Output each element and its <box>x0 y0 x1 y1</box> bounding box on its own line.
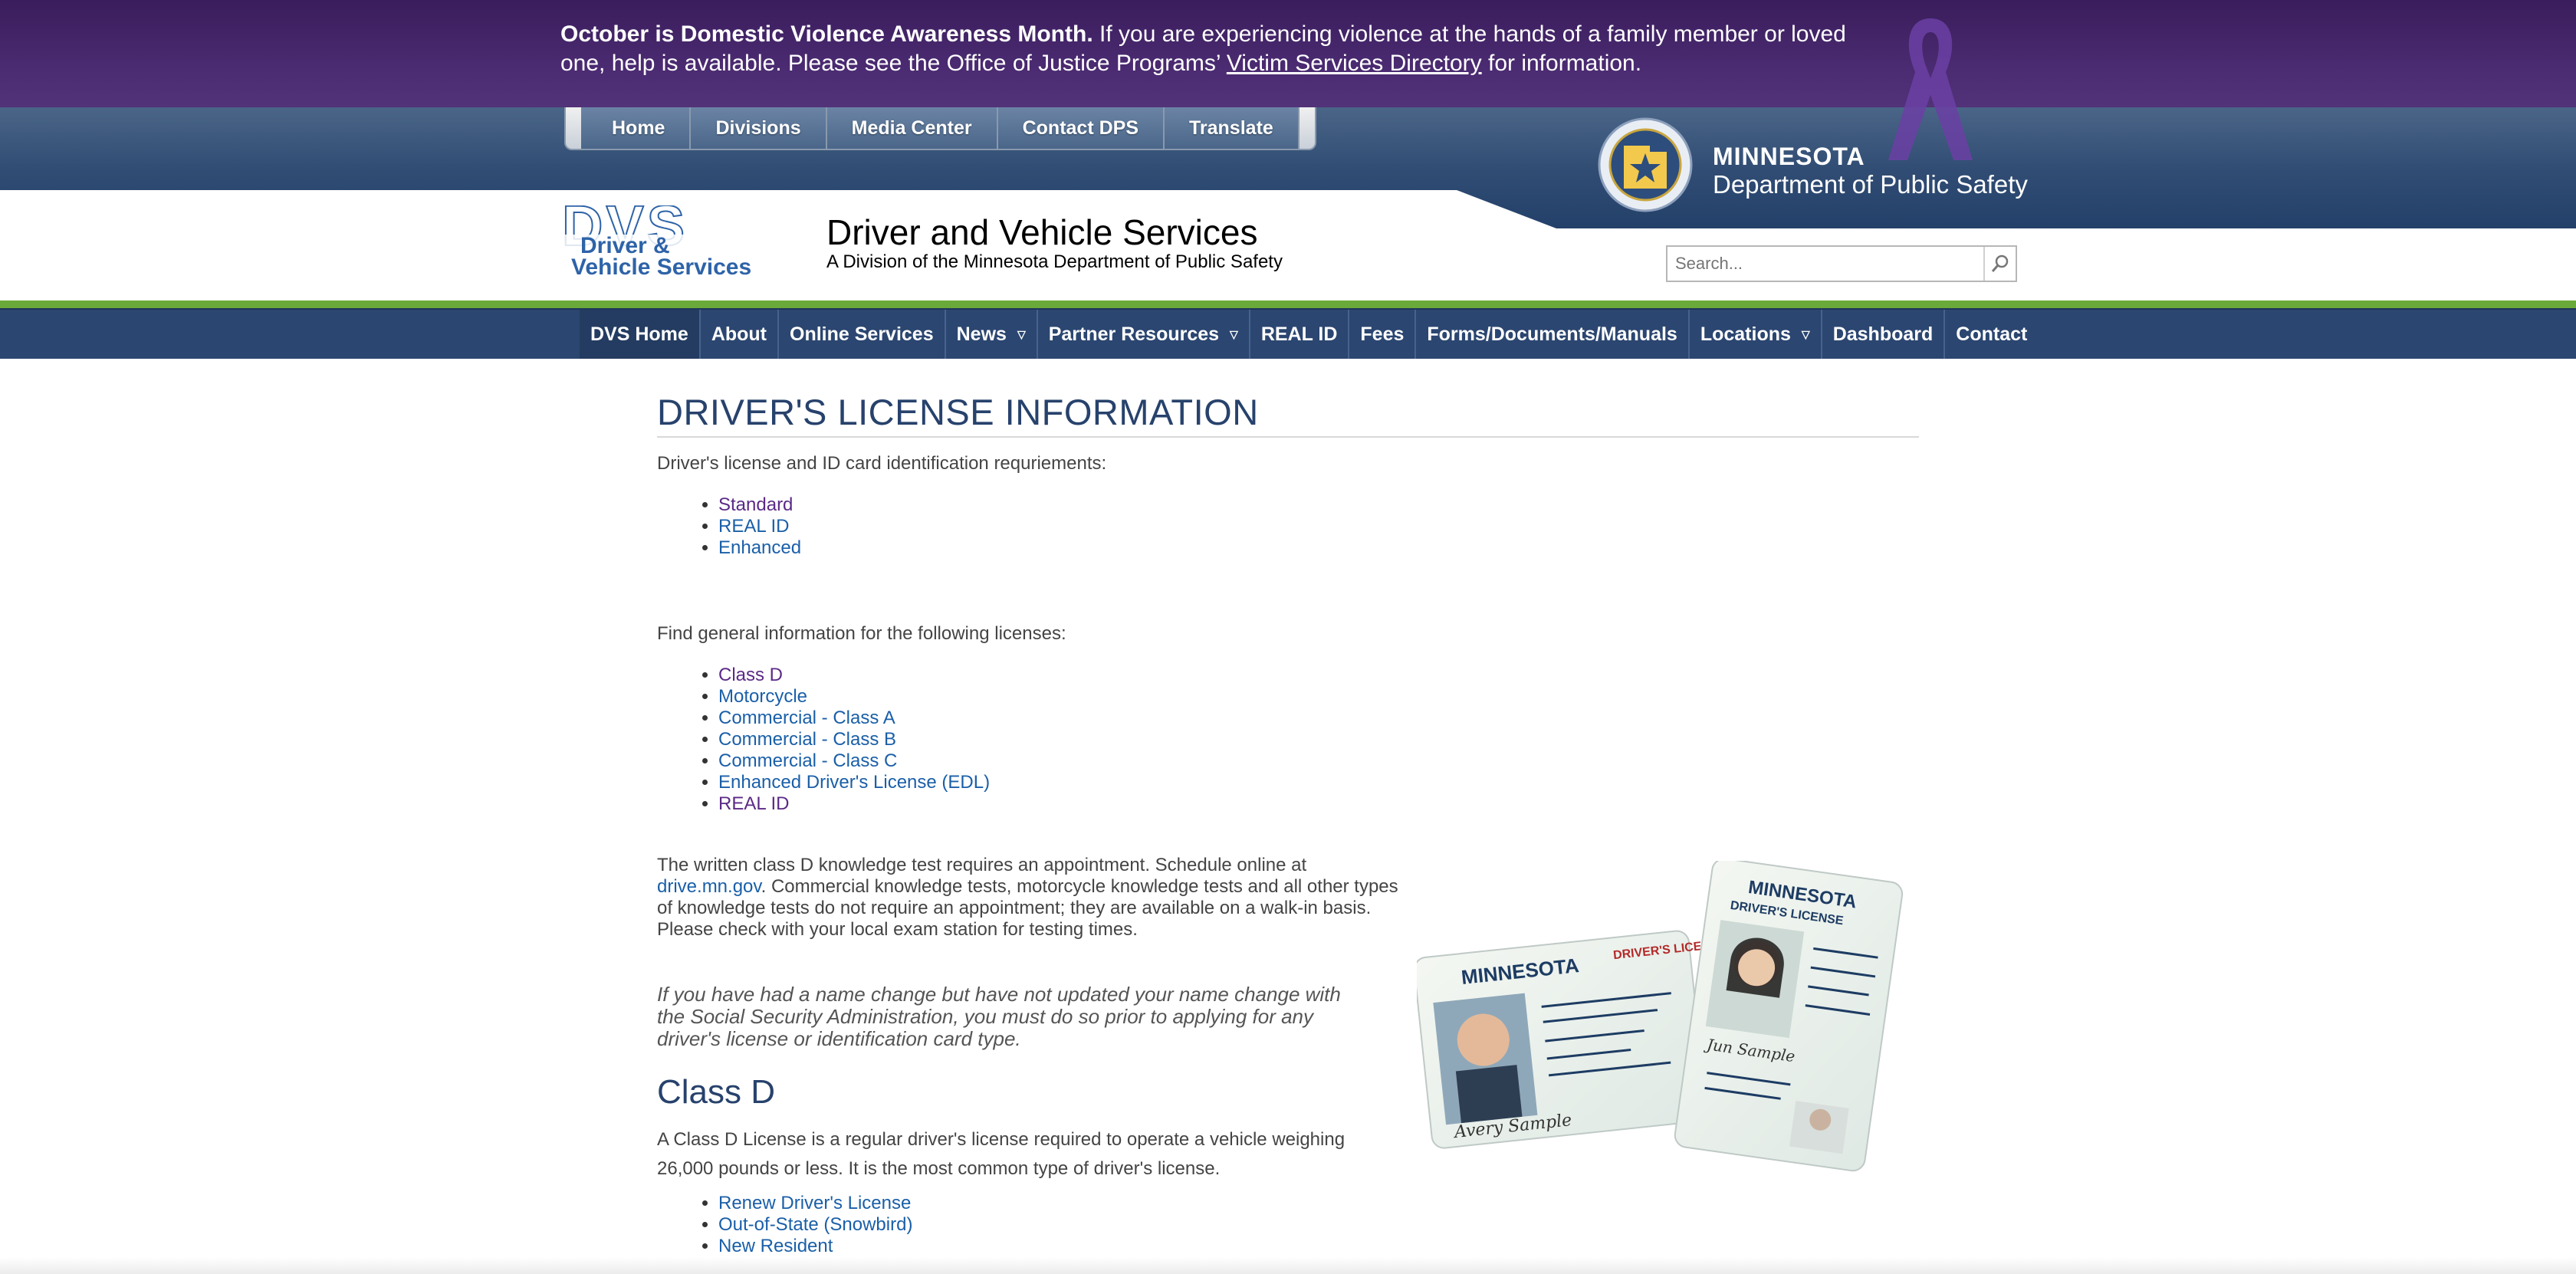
list-item: Motorcycle <box>718 686 1919 708</box>
list-item: Enhanced Driver's License (EDL) <box>718 772 1919 793</box>
enhanced-link[interactable]: Enhanced <box>718 537 801 558</box>
victim-services-link[interactable]: Victim Services Directory <box>1227 51 1482 76</box>
list-item: New Resident <box>718 1236 1919 1257</box>
drive-mn-gov-link[interactable]: drive.mn.gov <box>657 876 761 897</box>
class-d-link[interactable]: Class D <box>718 665 783 685</box>
dropdown-caret-icon: ▽ <box>1230 328 1238 340</box>
nav-dashboard[interactable]: Dashboard <box>1822 310 1946 359</box>
nav-locations[interactable]: Locations ▽ <box>1690 310 1822 359</box>
site-search <box>1666 245 2017 282</box>
real-id-info-link[interactable]: REAL ID <box>718 793 789 814</box>
nav-label: Online Services <box>790 323 934 345</box>
list-item: REAL ID <box>718 793 1919 815</box>
nav-label: Partner Resources <box>1048 323 1220 345</box>
list-item: Enhanced <box>718 537 1919 559</box>
top-nav-contact-dps[interactable]: Contact DPS <box>997 107 1165 149</box>
nav-real-id[interactable]: REAL ID <box>1250 310 1350 359</box>
dps-state-name: MINNESOTA <box>1713 143 1865 170</box>
id-requirements-intro: Driver's license and ID card identificat… <box>657 453 1107 474</box>
search-input[interactable] <box>1668 247 1983 281</box>
list-item: Class D <box>718 665 1919 686</box>
new-resident-link[interactable]: New Resident <box>718 1236 833 1256</box>
commercial-class-b-link[interactable]: Commercial - Class B <box>718 729 896 750</box>
page-title: DRIVER'S LICENSE INFORMATION <box>657 391 1919 438</box>
out-of-state-link[interactable]: Out-of-State (Snowbird) <box>718 1214 912 1235</box>
sample-card-female: MINNESOTA DRIVER'S LICENSE Jun Sample <box>1674 861 1904 1172</box>
commercial-class-c-link[interactable]: Commercial - Class C <box>718 750 897 771</box>
search-icon <box>1991 254 2009 272</box>
nav-news[interactable]: News ▽ <box>946 310 1038 359</box>
nav-label: Forms/Documents/Manuals <box>1427 323 1677 345</box>
logo-line-2: Vehicle Services <box>571 254 751 279</box>
nav-online-services[interactable]: Online Services <box>779 310 946 359</box>
nav-label: News <box>956 323 1007 345</box>
nav-about[interactable]: About <box>701 310 780 359</box>
motorcycle-link[interactable]: Motorcycle <box>718 686 807 707</box>
nav-partner-resources[interactable]: Partner Resources ▽ <box>1038 310 1250 359</box>
nav-label: Dashboard <box>1832 323 1934 345</box>
list-item: Commercial - Class A <box>718 708 1919 729</box>
standard-link[interactable]: Standard <box>718 494 793 515</box>
dropdown-caret-icon: ▽ <box>1017 328 1026 340</box>
nav-label: REAL ID <box>1260 323 1338 345</box>
dvs-logo[interactable]: DVS Driver & Vehicle Services <box>560 205 821 279</box>
dropdown-caret-icon: ▽ <box>1801 328 1810 340</box>
list-item: Commercial - Class B <box>718 729 1919 750</box>
sample-license-cards-image: MINNESOTA DRIVER'S LICENSE Avery Sample … <box>1417 861 1904 1172</box>
nav-fees[interactable]: Fees <box>1349 310 1417 359</box>
banner-bold-text: October is Domestic Violence Awareness M… <box>560 21 1093 47</box>
nav-label: Contact <box>1956 323 2028 345</box>
site-title: Driver and Vehicle Services <box>826 212 1258 252</box>
nav-label: Locations <box>1700 323 1791 345</box>
list-item: Standard <box>718 494 1919 516</box>
list-item: Renew Driver's License <box>718 1193 1919 1214</box>
list-item: Out-of-State (Snowbird) <box>718 1214 1919 1236</box>
nav-forms-documents-manuals[interactable]: Forms/Documents/Manuals <box>1416 310 1690 359</box>
nav-label: About <box>711 323 767 345</box>
nav-label: DVS Home <box>590 323 688 345</box>
dps-seal-icon[interactable] <box>1596 115 1694 215</box>
name-change-notice: If you have had a name change but have n… <box>657 983 1341 1050</box>
nav-label: Fees <box>1360 323 1405 345</box>
awareness-banner-text: October is Domestic Violence Awareness M… <box>560 20 1848 78</box>
license-type-list: Class D Motorcycle Commercial - Class A … <box>718 665 1919 815</box>
nav-contact[interactable]: Contact <box>1945 310 2038 359</box>
top-nav-media-center[interactable]: Media Center <box>826 107 998 149</box>
banner-tail-text: for information. <box>1481 51 1642 76</box>
class-d-description: A Class D License is a regular driver's … <box>657 1129 1346 1179</box>
top-nav-translate[interactable]: Translate <box>1165 107 1300 149</box>
knowledge-test-text: The written class D knowledge test requi… <box>657 855 1408 941</box>
commercial-class-a-link[interactable]: Commercial - Class A <box>718 708 895 728</box>
dps-department-name: Department of Public Safety <box>1713 170 2028 199</box>
list-item: REAL ID <box>718 516 1919 537</box>
renew-license-link[interactable]: Renew Driver's License <box>718 1193 911 1213</box>
page-bottom-shadow <box>0 1257 2576 1274</box>
knowledge-test-text-1: The written class D knowledge test requi… <box>657 855 1307 875</box>
real-id-link[interactable]: REAL ID <box>718 516 789 537</box>
edl-link[interactable]: Enhanced Driver's License (EDL) <box>718 772 990 793</box>
id-type-list: Standard REAL ID Enhanced <box>718 494 1919 559</box>
green-divider <box>0 300 2576 308</box>
list-item: Commercial - Class C <box>718 750 1919 772</box>
nav-dvs-home[interactable]: DVS Home <box>580 310 701 359</box>
purple-ribbon-icon <box>1888 18 1973 160</box>
knowledge-test-text-2: . Commercial knowledge tests, motorcycle… <box>657 876 1398 940</box>
top-nav-home[interactable]: Home <box>581 107 692 149</box>
main-navigation: DVS Home About Online Services News ▽ Par… <box>0 308 2576 359</box>
license-info-intro: Find general information for the followi… <box>657 623 1066 644</box>
class-d-link-list: Renew Driver's License Out-of-State (Sno… <box>718 1193 1919 1257</box>
top-nav-divisions[interactable]: Divisions <box>691 107 827 149</box>
dps-top-nav: Home Divisions Media Center Contact DPS … <box>564 107 1316 150</box>
search-button[interactable] <box>1983 247 2016 281</box>
site-subtitle: A Division of the Minnesota Department o… <box>826 251 1283 272</box>
